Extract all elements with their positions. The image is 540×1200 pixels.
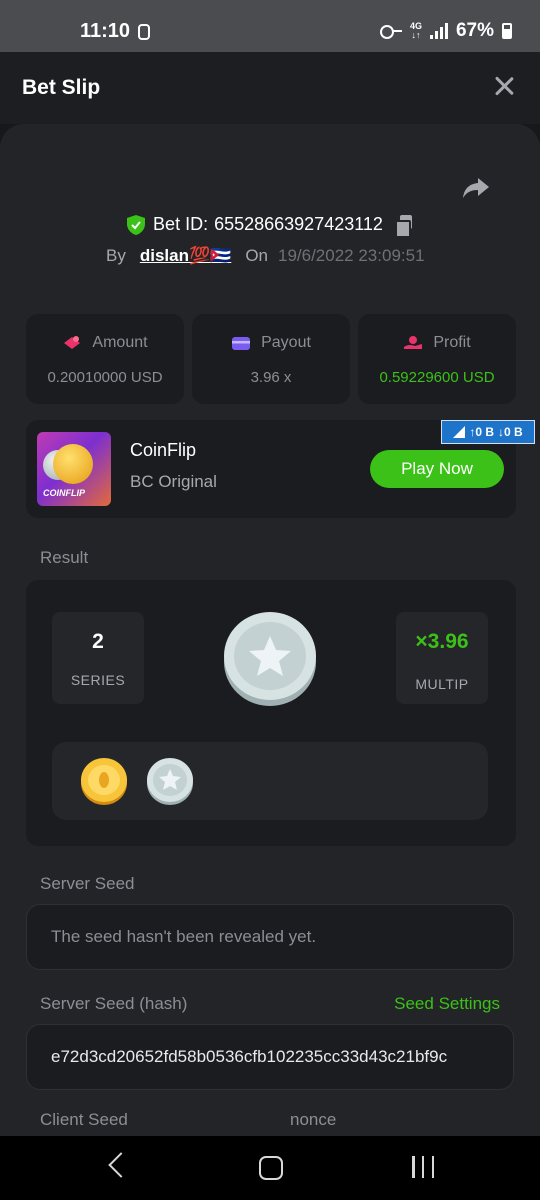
close-icon[interactable] — [492, 74, 516, 98]
wallet-icon — [232, 337, 251, 350]
network-speed-badge: ↑0 B ↓0 B — [441, 420, 535, 444]
game-title: CoinFlip — [130, 440, 197, 460]
profit-label-row: Profit — [358, 334, 516, 352]
system-nav-bar — [0, 1136, 540, 1200]
game-subtitle: BC Original — [130, 472, 217, 491]
profit-hand-icon — [404, 336, 423, 349]
multiplier-value: ×3.96 — [415, 630, 469, 653]
bet-id-label: Bet ID: — [153, 214, 209, 234]
share-icon[interactable] — [462, 176, 490, 200]
profit-value: 0.59229600 USD — [379, 369, 495, 386]
back-icon[interactable] — [108, 1152, 134, 1178]
amount-label-row: Amount — [26, 334, 184, 352]
upload-speed: ↑0 B — [469, 425, 494, 439]
bet-id-value: 65528663927423112 — [214, 214, 383, 234]
series-label: SERIES — [70, 672, 126, 688]
series-value: 2 — [92, 630, 104, 653]
gold-coin-icon — [53, 444, 93, 484]
bet-id-row: Bet ID: 65528663927423112 — [0, 214, 540, 238]
amount-value: 0.20010000 USD — [47, 369, 163, 386]
server-seed-value: The seed hasn't been revealed yet. — [51, 927, 317, 946]
amount-label: Amount — [92, 334, 148, 351]
bet-stats: Amount 0.20010000 USD Payout 3.96 x Prof… — [26, 314, 516, 404]
home-icon[interactable] — [259, 1156, 283, 1180]
profit-card: Profit 0.59229600 USD — [358, 314, 516, 404]
vpn-key-icon — [379, 25, 402, 39]
signal-triangle-icon — [453, 426, 466, 438]
status-time: 11:10 — [80, 20, 131, 42]
result-panel: 2 SERIES ×3.96 MULTIP — [26, 580, 516, 846]
profit-label: Profit — [433, 334, 471, 351]
server-seed-hash-field[interactable]: e72d3cd20652fd58b0536cfb102235cc33d43c21… — [26, 1024, 514, 1090]
seed-settings-link[interactable]: Seed Settings — [394, 994, 500, 1014]
nonce-label: nonce — [290, 1110, 337, 1129]
amount-card: Amount 0.20010000 USD — [26, 314, 184, 404]
copy-icon[interactable] — [394, 214, 413, 238]
multiplier-label: MULTIP — [415, 676, 469, 692]
result-label: Result — [40, 548, 89, 567]
money-icon — [64, 336, 81, 349]
signal-icon — [429, 23, 448, 39]
recent-apps-icon[interactable] — [412, 1156, 434, 1178]
flip-history — [52, 742, 488, 820]
series-box: 2 SERIES — [52, 612, 144, 704]
server-seed-label: Server Seed — [40, 874, 135, 893]
client-seed-label: Client Seed — [40, 1110, 128, 1129]
battery-icon — [502, 23, 512, 39]
status-bar: 11:10 4G ↓↑ 67% — [0, 0, 540, 52]
network-type: 4G ↓↑ — [409, 21, 422, 40]
server-seed-hash-label: Server Seed (hash) — [40, 994, 188, 1013]
bet-slip-sheet: Bet ID: 65528663927423112 By dislan💯🇨🇺 O… — [0, 124, 540, 1136]
coinflip-thumbnail[interactable]: COINFLIP — [37, 432, 111, 506]
gold-coin-icon — [81, 758, 127, 805]
on-label: On — [245, 246, 268, 265]
bet-date: 19/6/2022 23:09:51 — [278, 246, 425, 265]
notification-icon — [138, 24, 150, 40]
payout-card: Payout 3.96 x — [192, 314, 350, 404]
bet-slip-header: Bet Slip — [0, 52, 540, 124]
bet-author-row: By dislan💯🇨🇺 On 19/6/2022 23:09:51 — [106, 246, 425, 266]
download-speed: ↓0 B — [498, 425, 523, 439]
by-label: By — [106, 246, 126, 265]
server-seed-hash-value: e72d3cd20652fd58b0536cfb102235cc33d43c21… — [51, 1047, 448, 1066]
payout-label: Payout — [261, 334, 311, 351]
thumbnail-label: COINFLIP — [43, 488, 85, 498]
page-title: Bet Slip — [22, 76, 101, 99]
payout-label-row: Payout — [192, 334, 350, 352]
silver-coin-result-icon — [224, 612, 316, 706]
battery-percent: 67% — [455, 20, 494, 41]
verified-shield-icon — [127, 214, 146, 235]
play-now-button[interactable]: Play Now — [370, 450, 504, 488]
silver-coin-icon — [147, 758, 193, 805]
multiplier-box: ×3.96 MULTIP — [396, 612, 488, 704]
server-seed-field[interactable]: The seed hasn't been revealed yet. — [26, 904, 514, 970]
status-right-group: 4G ↓↑ 67% — [379, 20, 512, 42]
payout-value: 3.96 x — [250, 369, 292, 386]
username-link[interactable]: dislan💯🇨🇺 — [140, 246, 231, 266]
